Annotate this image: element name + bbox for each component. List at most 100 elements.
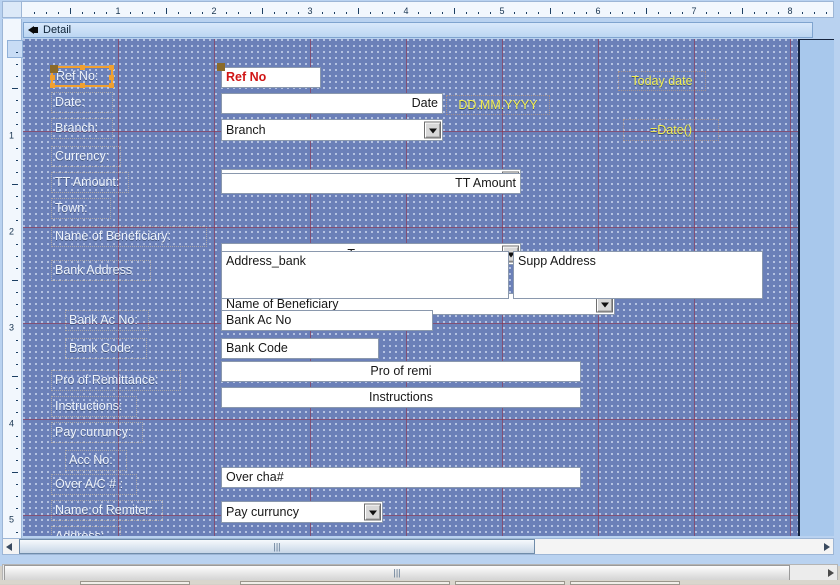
form-selector-box[interactable] (7, 40, 23, 58)
ruler-tick (58, 12, 59, 14)
horizontal-ruler[interactable]: 1 2 3 4 5 6 7 8 (22, 1, 834, 18)
control-value: Bank Code (226, 341, 288, 356)
ruler-tick (262, 8, 263, 14)
form-label-bank-ac-no[interactable]: Bank Ac No: (65, 310, 149, 331)
selection-handle[interactable] (50, 83, 55, 88)
chevron-down-icon[interactable] (424, 121, 441, 139)
taskbar-button[interactable] (570, 581, 680, 585)
ruler-tick (16, 388, 18, 389)
form-combobox-pay-curruncy[interactable]: Pay curruncy (221, 501, 383, 523)
form-label-name-of-remiter[interactable]: Name of Remiter: (51, 500, 163, 521)
taskbar-button[interactable] (455, 581, 565, 585)
control-value: Bank Ac No (226, 313, 292, 328)
ruler-tick (322, 12, 323, 14)
label-text: Pay curruncy: (55, 425, 132, 440)
form-label-bank-address[interactable]: Bank Address (51, 260, 151, 281)
form-label-over-a-c[interactable]: Over A/C # : (51, 474, 137, 495)
form-textarea-supp-address[interactable]: Supp Address (513, 251, 763, 299)
selection-handle[interactable] (109, 83, 114, 88)
ruler-tick (16, 352, 18, 353)
form-label-date[interactable]: Date: (51, 92, 113, 113)
selection-handle[interactable] (80, 83, 85, 88)
label-text: Bank Code: (69, 341, 135, 356)
form-textbox-over-cha[interactable]: Over cha# (221, 467, 581, 488)
form-combobox-branch[interactable]: Branch (221, 119, 443, 141)
workspace-scroll-thumb-grip: ||| (393, 567, 401, 578)
ruler-number: 3 (8, 322, 14, 333)
form-textbox-tt-amount[interactable]: TT Amount (221, 173, 521, 194)
selection-handle[interactable] (80, 65, 85, 70)
selection-handle[interactable] (50, 65, 58, 73)
ruler-tick (346, 12, 347, 14)
control-value: Supp Address (518, 254, 596, 268)
taskbar-button[interactable] (240, 581, 450, 585)
ruler-tick (622, 12, 623, 14)
taskbar-button[interactable] (80, 581, 190, 585)
ruler-tick (12, 280, 18, 281)
ruler-tick (418, 12, 419, 14)
form-label-currency[interactable]: Currency: (51, 146, 121, 167)
form-textbox-pro-of-remi[interactable]: Pro of remi (221, 361, 581, 382)
control-value: TT Amount (455, 176, 516, 191)
form-label-pay-curruncy[interactable]: Pay curruncy: (51, 422, 143, 443)
form-label-town[interactable]: Town: (51, 198, 111, 219)
ruler-tick (16, 220, 18, 221)
scroll-left-arrow-icon[interactable] (3, 539, 19, 554)
canvas-outside-area (800, 39, 834, 536)
workspace-scroll-right-arrow-icon[interactable] (821, 565, 837, 581)
form-label-name-of-beneficiary[interactable]: Name of Beneficiary: (51, 226, 207, 247)
form-textbox-address-bank[interactable]: Address_bank (221, 251, 509, 299)
scroll-thumb-grip: ||| (273, 541, 281, 551)
form-label-today-date[interactable]: Today date (618, 71, 706, 91)
control-value: Over cha# (226, 470, 284, 485)
selection-handle[interactable] (109, 74, 114, 80)
workspace-scroll-thumb[interactable]: ||| (4, 565, 790, 581)
form-label-ref-no[interactable]: Ref No: (50, 65, 114, 88)
chevron-down-icon[interactable] (364, 503, 381, 521)
ruler-tick (442, 12, 443, 14)
form-textbox-instructions[interactable]: Instructions (221, 387, 581, 408)
form-label-bank-code[interactable]: Bank Code: (65, 338, 147, 359)
form-label-branch[interactable]: Branch: (51, 118, 113, 139)
form-label-dd-mm-yyyy[interactable]: DD.MM.YYYY (446, 95, 550, 115)
ruler-tick (16, 148, 18, 149)
form-label-instructions[interactable]: Instructions: (51, 396, 137, 417)
selection-handle[interactable] (50, 74, 55, 80)
scroll-thumb[interactable]: ||| (19, 539, 535, 554)
detail-section-label: Detail (43, 24, 72, 36)
ruler-tick (16, 460, 18, 461)
label-text: Bank Ac No: (69, 313, 138, 328)
scroll-right-arrow-icon[interactable] (817, 539, 833, 554)
ruler-tick (754, 12, 755, 14)
form-label-pro-of-remittance[interactable]: Pro of Remittance: (51, 370, 181, 391)
form-canvas[interactable]: Ref No: Ref No Date: Date Branch: Branch Curre… (23, 39, 800, 536)
control-value: Instructions (369, 390, 433, 405)
ruler-tick (358, 8, 359, 14)
form-label-date[interactable]: =Date() (623, 119, 719, 141)
vertical-ruler[interactable]: 1 2 3 4 5 (2, 19, 23, 543)
form-label-tt-amount[interactable]: TT Amount: (51, 172, 129, 193)
control-move-handle[interactable] (217, 63, 225, 71)
taskbar-strip (0, 580, 840, 585)
form-horizontal-scrollbar[interactable]: ||| (2, 538, 834, 555)
ruler-corner-box[interactable] (2, 1, 22, 18)
form-textbox-bank-code[interactable]: Bank Code (221, 338, 379, 359)
form-label-acc-no[interactable]: Acc No: (65, 450, 127, 471)
ruler-tick (142, 12, 143, 14)
ruler-tick (16, 196, 18, 197)
form-textbox-bank-ac-no[interactable]: Bank Ac No (221, 310, 433, 331)
ruler-tick (16, 268, 18, 269)
ruler-tick (250, 12, 251, 14)
design-surface[interactable]: Detail Ref No: Ref No Date: Date Branch: Bran… (23, 20, 834, 536)
ruler-tick (16, 316, 18, 317)
selection-handle[interactable] (109, 65, 114, 70)
form-textbox-date[interactable]: Date (221, 93, 443, 114)
ruler-tick (526, 12, 527, 14)
ruler-tick (16, 172, 18, 173)
ruler-number: 3 (307, 6, 313, 16)
detail-section-bar[interactable]: Detail (23, 22, 813, 38)
label-text: TT Amount: (55, 175, 120, 190)
form-textbox-ref-no[interactable]: Ref No (221, 67, 321, 88)
label-text: Acc No: (69, 453, 113, 468)
form-label-address[interactable]: Address: (51, 526, 121, 536)
